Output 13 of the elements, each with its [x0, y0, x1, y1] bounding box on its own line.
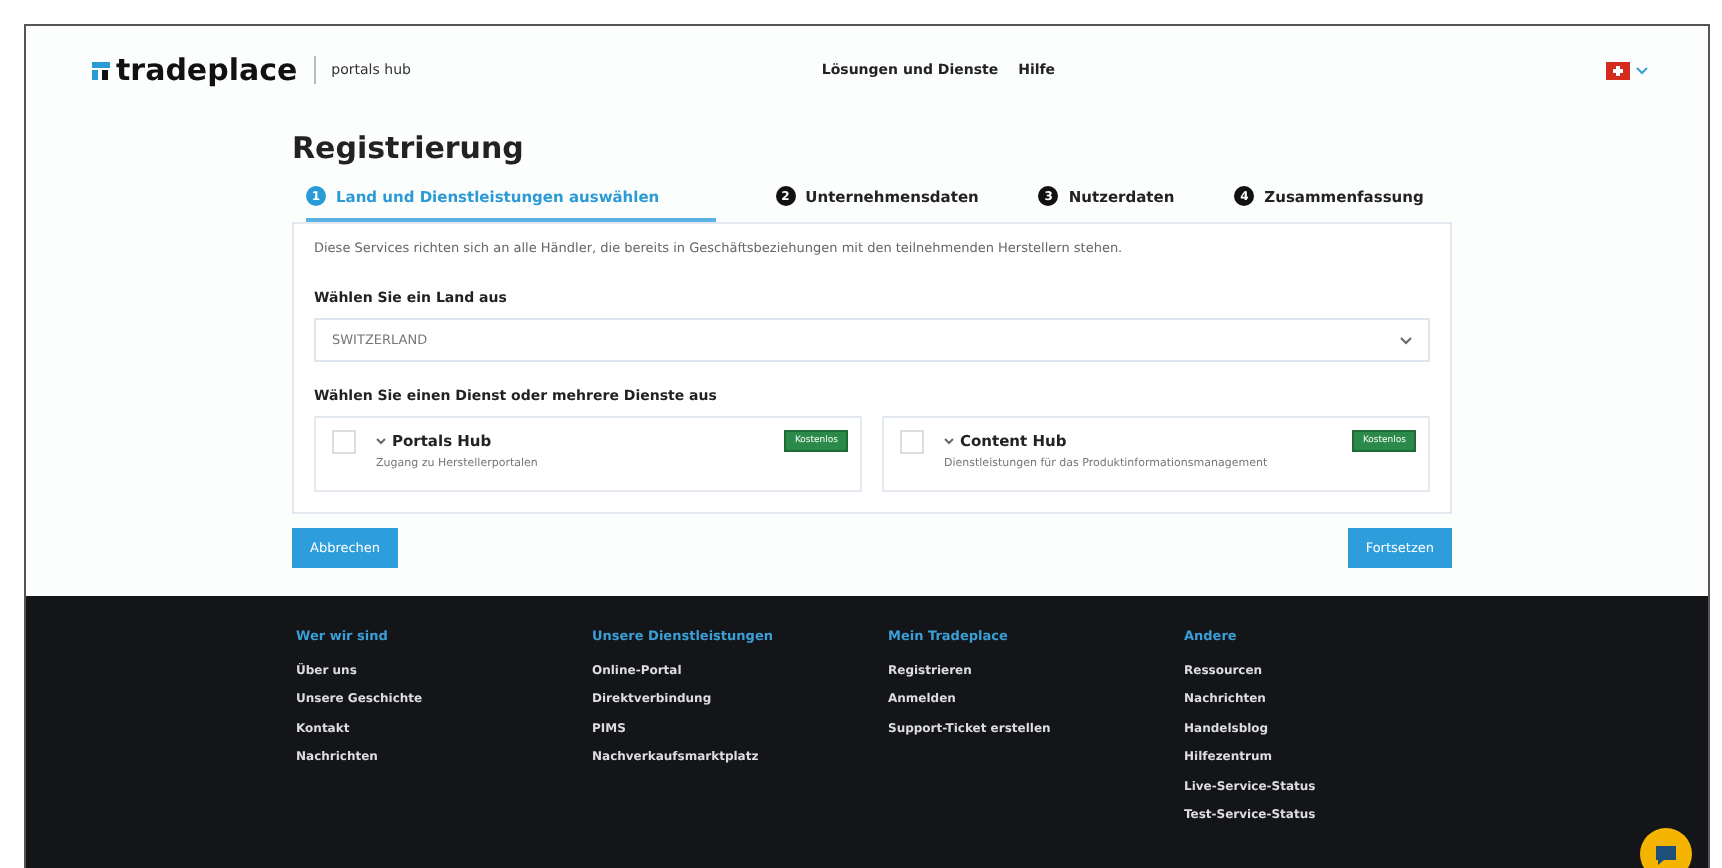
chat-bubble-icon — [1654, 843, 1678, 865]
page-title: Registrierung — [292, 130, 526, 166]
language-selector[interactable] — [1605, 61, 1648, 79]
service-checkbox[interactable] — [900, 430, 924, 454]
chevron-down-icon — [1400, 335, 1412, 345]
chevron-icon — [944, 436, 954, 446]
chevron-down-icon — [1635, 65, 1648, 75]
chat-button[interactable] — [1640, 828, 1692, 868]
service-checkbox[interactable] — [332, 430, 356, 454]
chevron-icon — [376, 436, 386, 446]
swiss-flag-icon — [1605, 61, 1630, 79]
logo-text[interactable]: tradeplace — [116, 52, 298, 88]
logo-icon — [92, 61, 110, 79]
